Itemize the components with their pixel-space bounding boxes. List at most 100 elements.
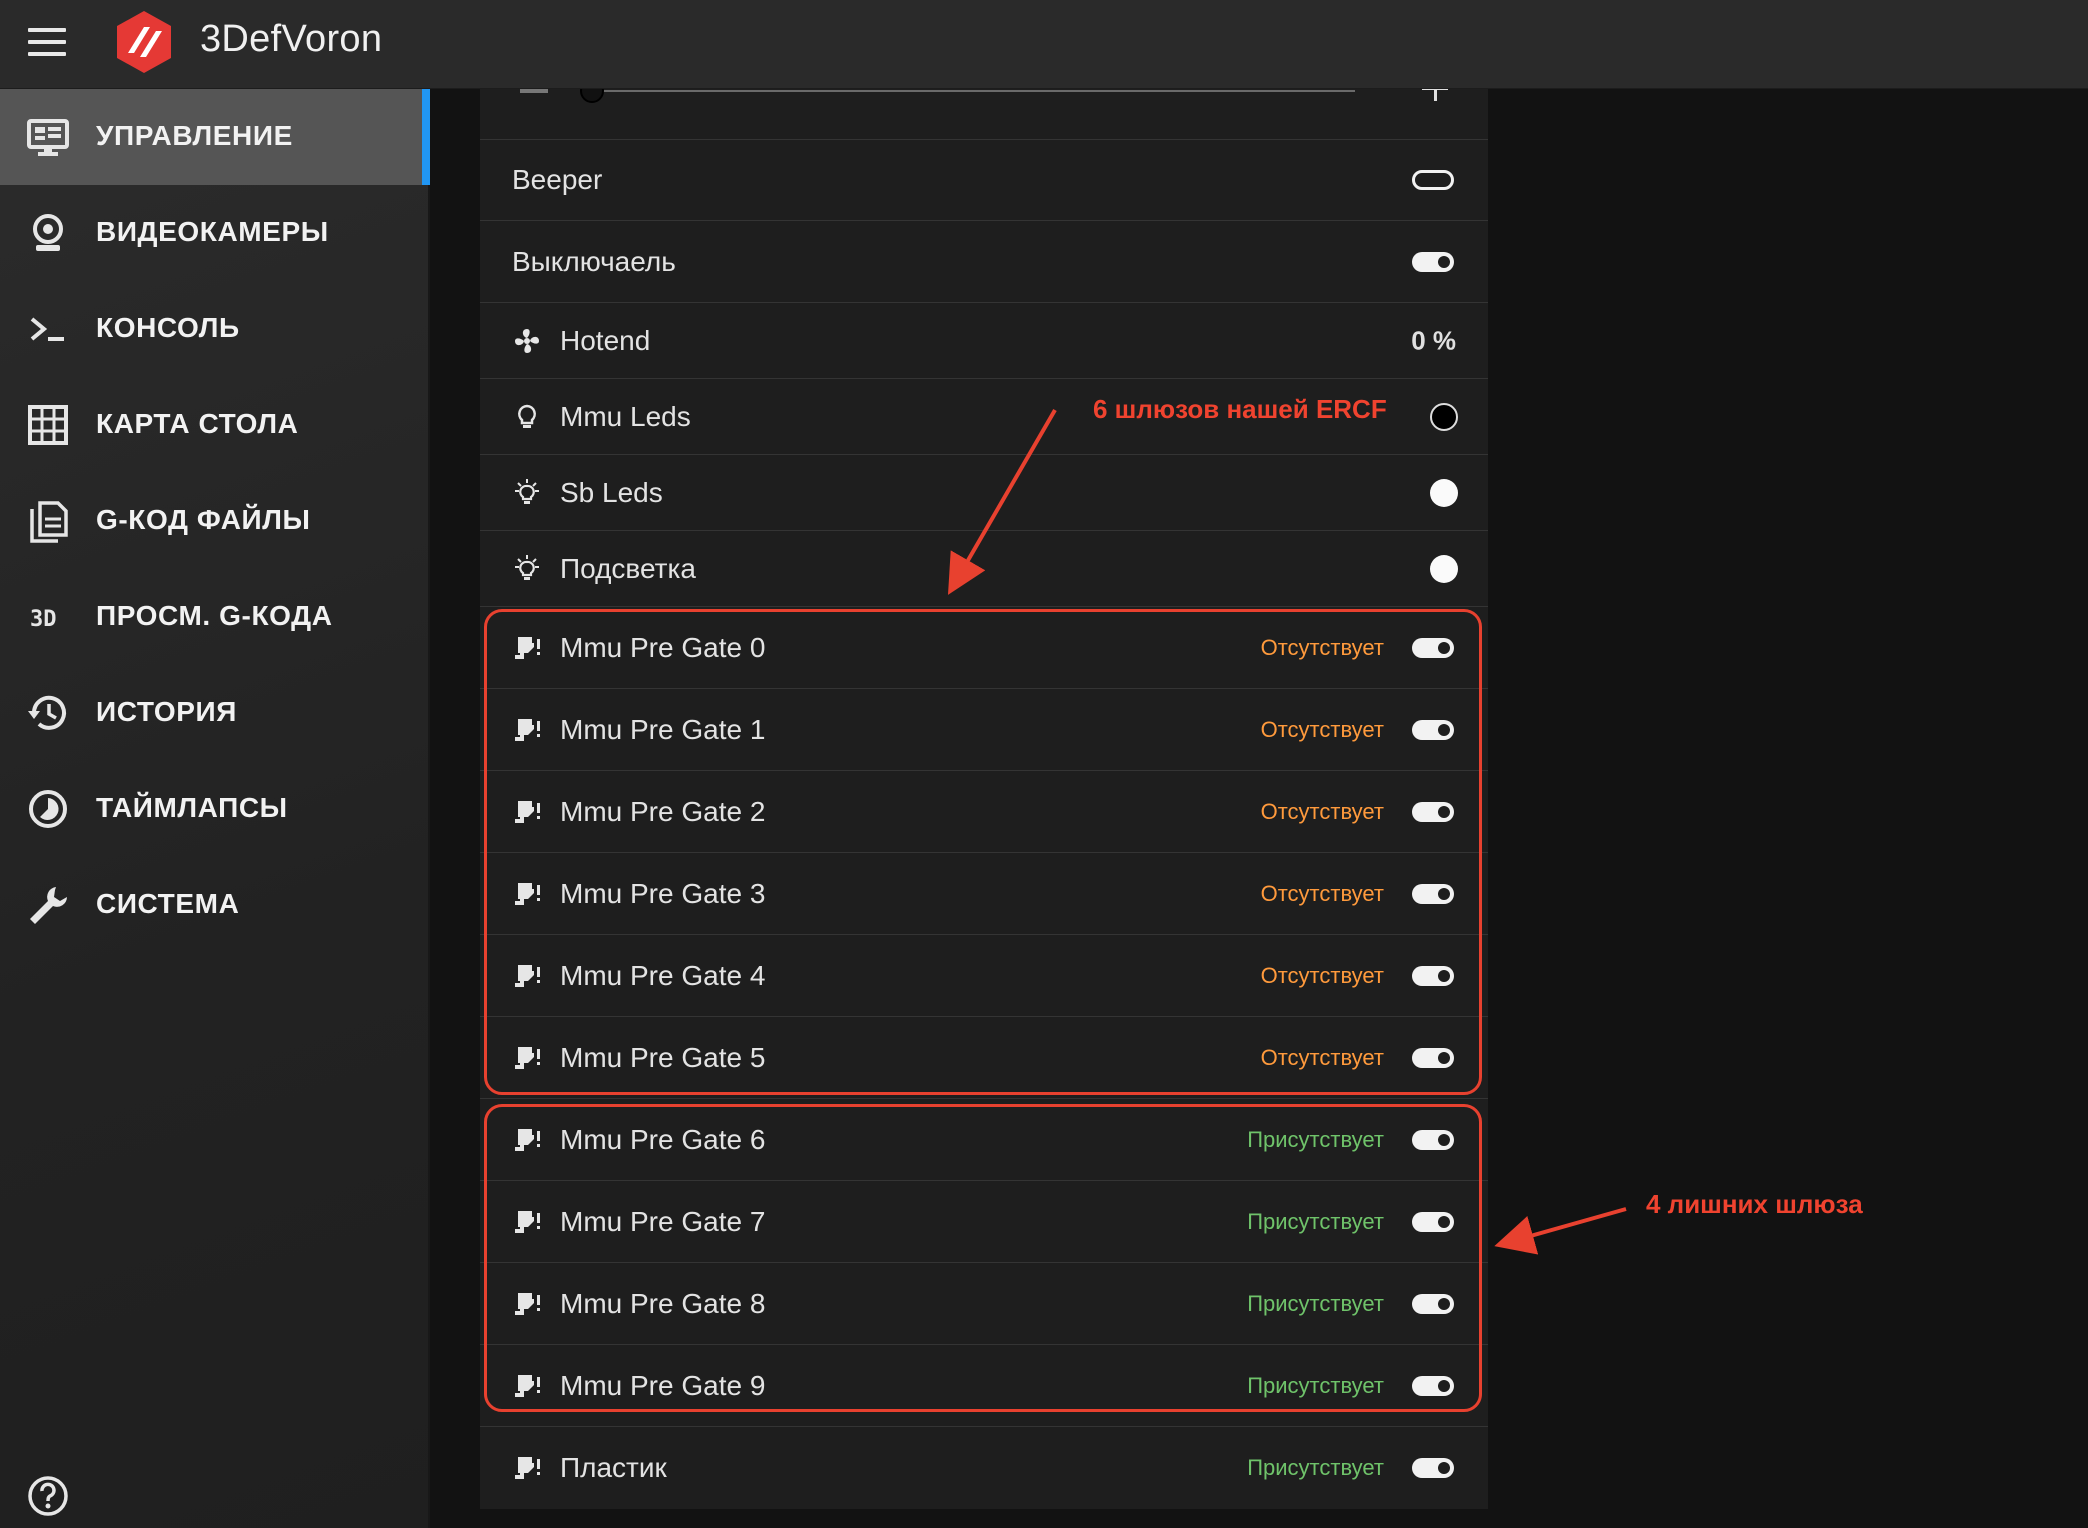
sidebar-item-webcams[interactable]: ВИДЕОКАМЕРЫ: [0, 185, 430, 281]
gate-status: Присутствует: [1247, 1454, 1384, 1480]
filament-sensor-icon: [512, 1371, 542, 1401]
gate-row: Mmu Pre Gate 0 Отсутствует: [480, 606, 1488, 688]
sidebar-item-label: КАРТА СТОЛА: [96, 408, 299, 439]
gate-status: Присутствует: [1247, 1208, 1384, 1234]
lightbulb-icon: [512, 402, 542, 432]
lightbulb-on-icon: [512, 554, 542, 584]
sidebar-item-console[interactable]: КОНСОЛЬ: [0, 281, 430, 377]
app-bar: 3DefVoron: [0, 0, 2088, 89]
beeper-label: Beeper: [512, 164, 603, 195]
gate-label: Mmu Pre Gate 3: [560, 877, 766, 909]
3d-icon: 3D: [26, 595, 70, 639]
gate-label: Mmu Pre Gate 7: [560, 1205, 766, 1237]
gate-status: Отсутствует: [1260, 880, 1384, 906]
gate-row: Mmu Pre Gate 5 Отсутствует: [480, 1016, 1488, 1098]
slider-thumb[interactable]: [580, 89, 604, 103]
gate-toggle[interactable]: [1412, 637, 1454, 658]
mmu-leds-label: Mmu Leds: [560, 400, 691, 432]
plus-icon[interactable]: [1422, 89, 1448, 101]
backlight-color-picker[interactable]: [1430, 554, 1458, 583]
gate-toggle[interactable]: [1412, 1375, 1454, 1396]
mmu-leds-color-picker[interactable]: [1430, 402, 1458, 431]
filament-sensor-icon: [512, 633, 542, 663]
fan-icon: [512, 326, 542, 356]
gate-label: Пластик: [560, 1451, 667, 1483]
minus-icon[interactable]: [520, 89, 548, 93]
backlight-label: Подсветка: [560, 552, 696, 584]
gate-row: Mmu Pre Gate 8 Присутствует: [480, 1262, 1488, 1344]
webcam-icon: [26, 211, 70, 255]
gate-toggle[interactable]: [1412, 719, 1454, 740]
filament-sensor-icon: [512, 879, 542, 909]
gate-label: Mmu Pre Gate 4: [560, 959, 766, 991]
gate-toggle[interactable]: [1412, 1457, 1454, 1478]
gate-row: Mmu Pre Gate 1 Отсутствует: [480, 688, 1488, 770]
gate-row: Mmu Pre Gate 4 Отсутствует: [480, 934, 1488, 1016]
menu-icon[interactable]: [28, 28, 66, 60]
lightbulb-on-icon: [512, 478, 542, 508]
gate-label: Mmu Pre Gate 8: [560, 1287, 766, 1319]
gate-label: Mmu Pre Gate 6: [560, 1123, 766, 1155]
sidebar-item-gcode-files[interactable]: G-КОД ФАЙЛЫ: [0, 473, 430, 569]
gate-status: Присутствует: [1247, 1290, 1384, 1316]
help-icon[interactable]: [26, 1474, 70, 1518]
hotend-fan-row[interactable]: Hotend 0 %: [480, 302, 1488, 378]
switch-toggle[interactable]: [1412, 251, 1454, 272]
gate-toggle[interactable]: [1412, 1047, 1454, 1068]
backlight-row: Подсветка: [480, 530, 1488, 606]
sidebar-item-history[interactable]: ИСТОРИЯ: [0, 665, 430, 761]
filament-sensor-icon: [512, 797, 542, 827]
gate-label: Mmu Pre Gate 5: [560, 1041, 766, 1073]
gate-row: Mmu Pre Gate 2 Отсутствует: [480, 770, 1488, 852]
console-icon: [26, 307, 70, 351]
history-icon: [26, 691, 70, 735]
timelapse-icon: [26, 787, 70, 831]
filament-sensor-icon: [512, 1043, 542, 1073]
gate-toggle[interactable]: [1412, 1129, 1454, 1150]
sidebar-item-label: УПРАВЛЕНИЕ: [96, 120, 293, 151]
switch-row: Выключаель: [480, 220, 1488, 302]
sidebar-item-timelapse[interactable]: ТАЙМЛАПСЫ: [0, 761, 430, 857]
hotend-label: Hotend: [560, 324, 651, 356]
gate-label: Mmu Pre Gate 9: [560, 1369, 766, 1401]
gate-toggle[interactable]: [1412, 883, 1454, 904]
sidebar-item-label: ИСТОРИЯ: [96, 696, 237, 727]
gate-row: Mmu Pre Gate 3 Отсутствует: [480, 852, 1488, 934]
sidebar-item-label: КОНСОЛЬ: [96, 312, 240, 343]
sidebar-item-dashboard[interactable]: УПРАВЛЕНИЕ: [0, 89, 430, 185]
gate-row: Mmu Pre Gate 6 Присутствует: [480, 1098, 1488, 1180]
gate-status: Отсутствует: [1260, 798, 1384, 824]
slider-track[interactable]: [600, 90, 1355, 92]
gate-toggle[interactable]: [1412, 1293, 1454, 1314]
gate-status: Присутствует: [1247, 1126, 1384, 1152]
sidebar-item-gcode-viewer[interactable]: 3D ПРОСМ. G-КОДА: [0, 569, 430, 665]
filament-sensor-icon: [512, 1207, 542, 1237]
filament-sensor-icon: [512, 1289, 542, 1319]
hotend-fan-value: 0 %: [1411, 325, 1456, 355]
files-icon: [26, 499, 70, 543]
beeper-toggle[interactable]: [1412, 170, 1454, 190]
grid-icon: [26, 403, 70, 447]
gate-toggle[interactable]: [1412, 965, 1454, 986]
sb-leds-row: Sb Leds: [480, 454, 1488, 530]
sidebar: УПРАВЛЕНИЕ ВИДЕОКАМЕРЫ КОНСОЛЬ КАРТА СТО…: [0, 89, 430, 1528]
filament-sensor-icon: [512, 1125, 542, 1155]
filament-sensor-icon: [512, 961, 542, 991]
gate-label: Mmu Pre Gate 0: [560, 631, 766, 663]
gate-status: Отсутствует: [1260, 1044, 1384, 1070]
sidebar-item-label: G-КОД ФАЙЛЫ: [96, 504, 311, 535]
switch-label: Выключаель: [512, 245, 676, 277]
gate-label: Mmu Pre Gate 1: [560, 713, 766, 745]
gate-toggle[interactable]: [1412, 1211, 1454, 1232]
beeper-row: Beeper: [480, 139, 1488, 220]
sidebar-item-label: ТАЙМЛАПСЫ: [96, 792, 288, 823]
sidebar-item-heightmap[interactable]: КАРТА СТОЛА: [0, 377, 430, 473]
sidebar-item-label: ВИДЕОКАМЕРЫ: [96, 216, 329, 247]
gate-toggle[interactable]: [1412, 801, 1454, 822]
fan-slider[interactable]: [480, 89, 1488, 139]
sb-leds-color-picker[interactable]: [1430, 478, 1458, 507]
filament-sensor-icon: [512, 1453, 542, 1483]
gate-row: Mmu Pre Gate 7 Присутствует: [480, 1180, 1488, 1262]
sidebar-item-label: ПРОСМ. G-КОДА: [96, 600, 333, 631]
sidebar-item-system[interactable]: СИСТЕМА: [0, 857, 430, 953]
